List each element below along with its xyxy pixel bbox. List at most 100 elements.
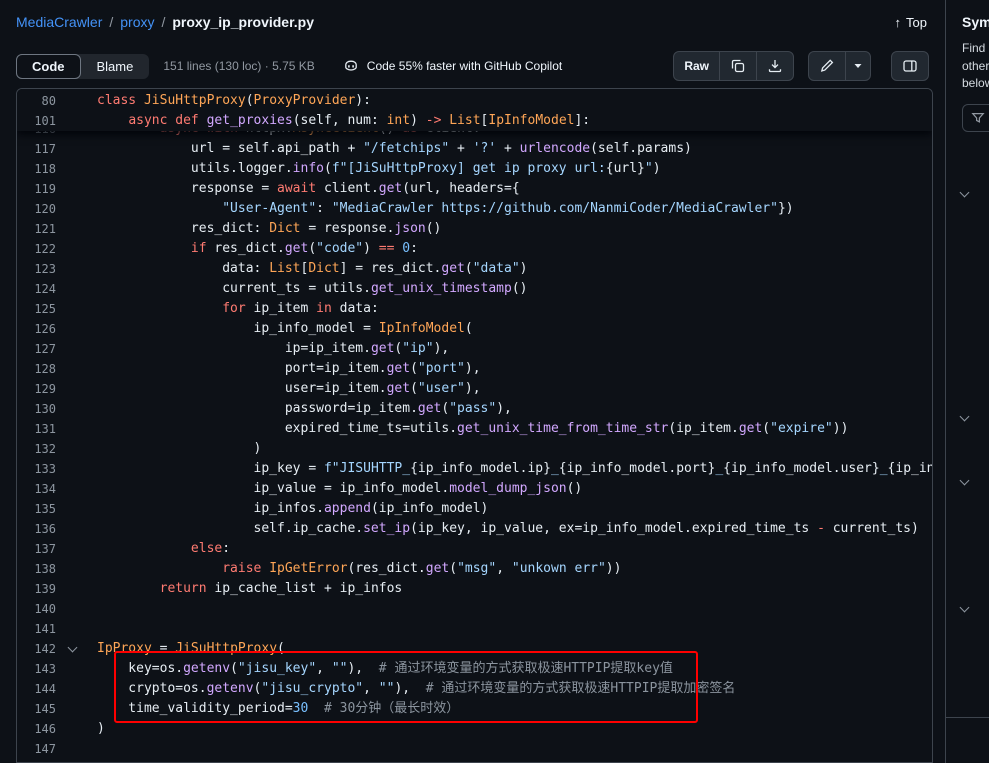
line-number[interactable]: 136 [17,519,56,539]
code-line: 141 [17,619,932,639]
scroll-to-top-button[interactable]: ↑ Top [895,15,927,30]
symbol-expand-chevron-icon[interactable] [960,188,970,198]
symbols-panel-description: Find definitions and references for func… [962,40,989,93]
code-line: 118 utils.logger.info(f"[JiSuHttpProxy] … [17,159,932,179]
code-line: 117 url = self.api_path + "/fetchips" + … [17,139,932,159]
panel-divider [946,717,989,718]
code-line: 140 [17,599,932,619]
code-line: 121 res_dict: Dict = response.json() [17,219,932,239]
code-line: 119 response = await client.get(url, hea… [17,179,932,199]
line-number[interactable]: 123 [17,259,56,279]
copilot-banner-text: Code 55% faster with GitHub Copilot [367,59,562,73]
filter-funnel-icon [971,111,985,125]
code-container: 80class JiSuHttpProxy(ProxyProvider):101… [16,88,933,763]
line-number[interactable]: 124 [17,279,56,299]
file-meta: 151 lines (130 loc) · 5.75 KB [163,59,314,73]
breadcrumb-file-name: proxy_ip_provider.py [172,14,314,30]
download-icon [767,58,783,74]
breadcrumb-bar: MediaCrawler / proxy / proxy_ip_provider… [0,0,945,44]
code-line: 123 data: List[Dict] = res_dict.get("dat… [17,259,932,279]
code-line: 134 ip_value = ip_info_model.model_dump_… [17,479,932,499]
line-number[interactable]: 126 [17,319,56,339]
breadcrumb: MediaCrawler / proxy / proxy_ip_provider… [16,14,314,30]
line-number[interactable]: 133 [17,459,56,479]
code-line: 128 port=ip_item.get("port"), [17,359,932,379]
symbols-filter-field [962,104,989,132]
line-number[interactable]: 122 [17,239,56,259]
code-line: 135 ip_infos.append(ip_info_model) [17,499,932,519]
symbol-expand-chevron-icon[interactable] [960,476,970,486]
breadcrumb-separator: / [161,14,165,30]
line-number[interactable]: 128 [17,359,56,379]
tab-blame[interactable]: Blame [81,54,150,79]
code-line: 124 current_ts = utils.get_unix_timestam… [17,279,932,299]
code-line: 129 user=ip_item.get("user"), [17,379,932,399]
scroll-to-top-label: Top [906,15,927,30]
sticky-context-lines: 80class JiSuHttpProxy(ProxyProvider):101… [17,89,932,131]
edit-dropdown-button[interactable] [845,52,870,80]
copilot-icon [343,58,359,74]
line-number[interactable]: 139 [17,579,56,599]
raw-button[interactable]: Raw [674,52,719,80]
file-view: MediaCrawler / proxy / proxy_ip_provider… [0,0,945,88]
side-panel-icon [902,58,918,74]
code-lines: 116 async with httpx.AsyncClient() as cl… [17,89,932,759]
tab-code[interactable]: Code [16,54,81,79]
line-number[interactable]: 118 [17,159,56,179]
line-number[interactable]: 80 [17,91,56,111]
chevron-down-icon [853,61,863,71]
code-line: 144 crypto=os.getenv("jisu_crypto", ""),… [17,679,932,699]
code-line: 142IpProxy = JiSuHttpProxy( [17,639,932,659]
line-number[interactable]: 138 [17,559,56,579]
breadcrumb-folder-link[interactable]: proxy [120,14,154,30]
symbol-expand-chevron-icon[interactable] [960,412,970,422]
line-number[interactable]: 101 [17,111,56,131]
line-number[interactable]: 141 [17,619,56,639]
arrow-up-icon: ↑ [895,15,902,30]
code-line: 139 return ip_cache_list + ip_infos [17,579,932,599]
line-number[interactable]: 144 [17,679,56,699]
line-number[interactable]: 129 [17,379,56,399]
line-number[interactable]: 125 [17,299,56,319]
symbols-toggle-group [891,51,929,81]
line-number[interactable]: 146 [17,719,56,739]
line-number[interactable]: 145 [17,699,56,719]
code-line: 130 password=ip_item.get("pass"), [17,399,932,419]
download-button[interactable] [756,52,793,80]
code-line: 101 async def get_proxies(self, num: int… [17,111,932,131]
line-number[interactable]: 131 [17,419,56,439]
line-number[interactable]: 130 [17,399,56,419]
code-line: 132 ) [17,439,932,459]
line-number[interactable]: 120 [17,199,56,219]
code-line: 143 key=os.getenv("jisu_key", ""), # 通过环… [17,659,932,679]
symbol-expand-chevron-icon[interactable] [960,603,970,613]
raw-actions-group: Raw [673,51,794,81]
copy-icon [730,58,746,74]
breadcrumb-repo-link[interactable]: MediaCrawler [16,14,102,30]
edit-button[interactable] [809,52,845,80]
line-number[interactable]: 135 [17,499,56,519]
copy-button[interactable] [719,52,756,80]
file-toolbar: Code Blame 151 lines (130 loc) · 5.75 KB… [0,44,945,88]
symbols-panel-toggle-button[interactable] [892,52,928,80]
line-number[interactable]: 132 [17,439,56,459]
line-number[interactable]: 143 [17,659,56,679]
line-number[interactable]: 142 [17,639,56,659]
line-number[interactable]: 119 [17,179,56,199]
line-number[interactable]: 140 [17,599,56,619]
code-pane: 80class JiSuHttpProxy(ProxyProvider):101… [17,89,932,762]
line-number[interactable]: 134 [17,479,56,499]
code-line: 136 self.ip_cache.set_ip(ip_key, ip_valu… [17,519,932,539]
code-line: 122 if res_dict.get("code") == 0: [17,239,932,259]
line-number[interactable]: 137 [17,539,56,559]
code-blame-segmented-control: Code Blame [16,54,149,79]
copilot-banner[interactable]: Code 55% faster with GitHub Copilot [343,58,562,74]
line-number[interactable]: 147 [17,739,56,759]
line-number[interactable]: 117 [17,139,56,159]
line-number[interactable]: 121 [17,219,56,239]
line-number[interactable]: 127 [17,339,56,359]
breadcrumb-separator: / [109,14,113,30]
code-line: 137 else: [17,539,932,559]
code-line: 146) [17,719,932,739]
code-line: 120 "User-Agent": "MediaCrawler https://… [17,199,932,219]
